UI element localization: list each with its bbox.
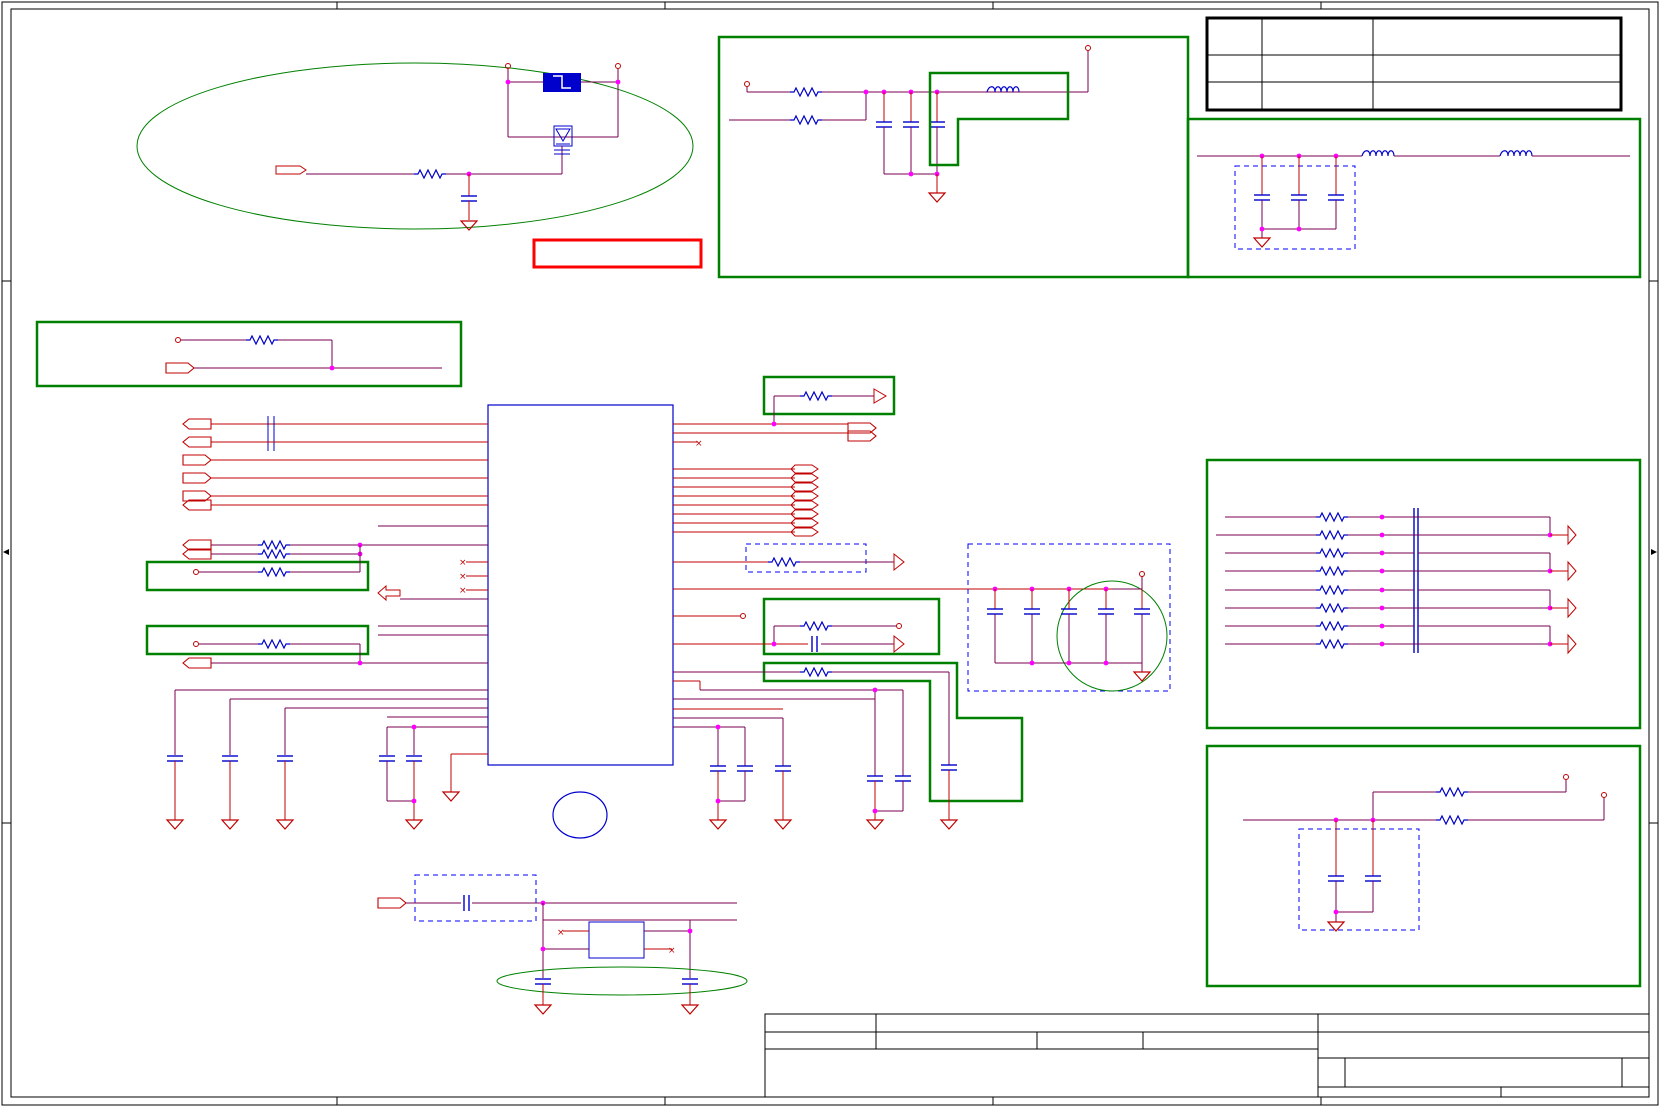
bus-ports xyxy=(673,464,819,537)
title-block xyxy=(764,1013,1650,1098)
highlight-box xyxy=(532,238,703,269)
svg-text:×: × xyxy=(668,946,676,956)
pullup-group xyxy=(35,320,463,388)
main-ic xyxy=(487,404,674,766)
svg-text:×: × xyxy=(459,558,467,568)
svg-text:×: × xyxy=(695,439,703,449)
schematic-canvas: × × × × × × xyxy=(1,1,1659,1106)
crystal-circuit: × × xyxy=(377,874,748,1015)
ic-right-pins: × xyxy=(673,375,1112,830)
svg-text:×: × xyxy=(557,928,565,938)
termination-array xyxy=(1205,458,1642,730)
protection-circuit xyxy=(136,62,694,231)
ic-left-pins: × × × xyxy=(145,416,488,830)
revision-table xyxy=(1205,16,1623,112)
mounting-hole-icon xyxy=(552,791,608,839)
svg-text:×: × xyxy=(459,572,467,582)
crystal-icon xyxy=(588,921,645,959)
bias-network xyxy=(1205,744,1642,988)
schematic-sheet: × × × × × × xyxy=(0,0,1660,1107)
svg-text:×: × xyxy=(459,586,467,596)
output-filter-block xyxy=(1186,117,1642,279)
decoupling-cluster xyxy=(967,543,1171,692)
input-filter-block xyxy=(717,35,1190,279)
